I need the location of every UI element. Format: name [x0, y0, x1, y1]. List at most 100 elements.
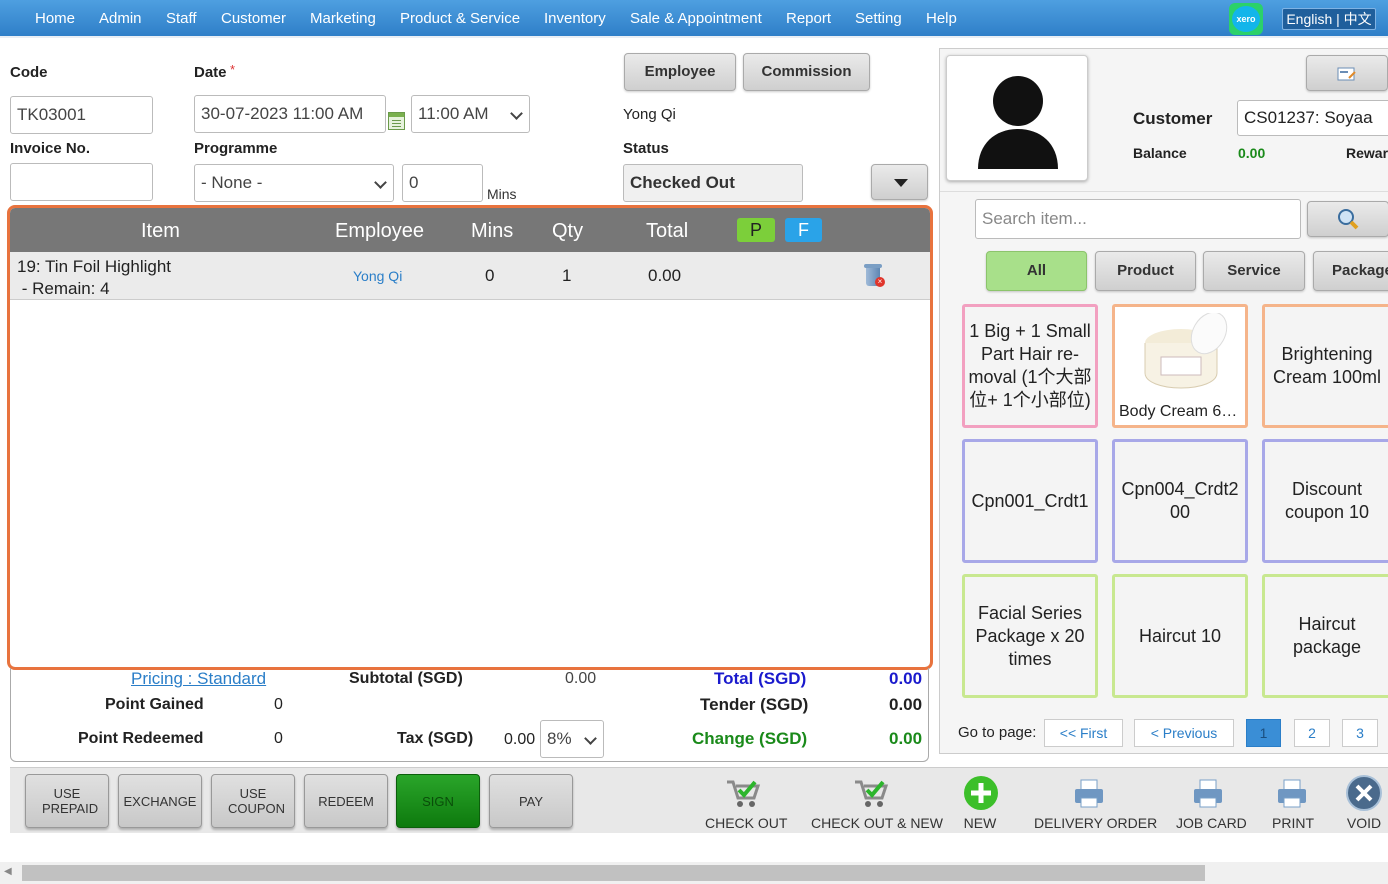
filter-service[interactable]: Service	[1203, 251, 1305, 291]
delivery-order-button[interactable]: DELIVERY ORDER	[1034, 774, 1158, 831]
reward-label: Rewar	[1346, 145, 1388, 161]
page-1-button[interactable]: 1	[1246, 719, 1281, 747]
first-page-button[interactable]: << First	[1044, 719, 1123, 747]
nav-product-service[interactable]: Product & Service	[400, 10, 520, 27]
tax-label: Tax (SGD)	[397, 730, 474, 747]
status-dropdown-button[interactable]	[871, 164, 928, 200]
horizontal-scrollbar[interactable]: ◀	[0, 862, 1388, 884]
nav-home[interactable]: Home	[35, 10, 75, 27]
nav-customer[interactable]: Customer	[221, 10, 286, 27]
check-out-new-button[interactable]: CHECK OUT & NEW	[811, 774, 943, 831]
row-item-name: 19: Tin Foil Highlight	[17, 257, 172, 276]
subtotal-label: Subtotal (SGD)	[349, 670, 463, 687]
item-tile-name: Body Cream 6…	[1119, 403, 1238, 420]
scrollbar-thumb[interactable]	[22, 865, 1205, 881]
row-qty: 1	[562, 266, 572, 285]
item-tile[interactable]: Cpn001_Crdt1	[962, 439, 1098, 563]
cart-check-icon	[727, 780, 761, 807]
exchange-button[interactable]: EXCHANGE	[118, 774, 202, 828]
table-header: Item Employee Mins Qty Total P F	[10, 208, 930, 252]
print-label: PRINT	[1272, 815, 1314, 831]
previous-page-button[interactable]: < Previous	[1134, 719, 1234, 747]
pricing-link[interactable]: Pricing : Standard	[131, 669, 266, 689]
search-input[interactable]: Search item...	[975, 199, 1301, 239]
customer-label: Customer	[1133, 109, 1213, 128]
item-tile-name: Cpn004_Crdt200	[1121, 479, 1239, 522]
programme-select[interactable]: - None -	[194, 164, 394, 202]
sign-button[interactable]: SIGN	[396, 774, 480, 828]
employee-button[interactable]: Employee	[624, 53, 736, 91]
job-card-printer-icon	[1194, 779, 1222, 808]
item-tile[interactable]: Brightening Cream 100ml	[1262, 304, 1388, 428]
row-employee-link[interactable]: Yong Qi	[353, 268, 402, 284]
nav-staff[interactable]: Staff	[166, 10, 197, 27]
item-tile[interactable]: 1 Big + 1 Small Part Hair re-moval (1个大部…	[962, 304, 1098, 428]
item-tile[interactable]: Haircut 10	[1112, 574, 1248, 698]
item-tile-name: 1 Big + 1 Small Part Hair re-moval (1个大部…	[968, 321, 1092, 410]
search-button[interactable]	[1307, 201, 1388, 237]
delete-icon[interactable]: ×	[864, 264, 885, 287]
f-badge[interactable]: F	[785, 218, 822, 242]
customer-card-button[interactable]	[1306, 55, 1388, 91]
pay-button[interactable]: PAY	[489, 774, 573, 828]
item-tile-name: Brightening Cream 100ml	[1272, 344, 1382, 387]
use-prepaid-button[interactable]: USE PREPAID	[25, 774, 109, 828]
delivery-order-label: DELIVERY ORDER	[1034, 815, 1158, 831]
code-input[interactable]: TK03001	[10, 96, 153, 134]
check-out-button[interactable]: CHECK OUT	[705, 774, 787, 831]
table-row[interactable]: 19: Tin Foil Highlight - Remain: 4 Yong …	[10, 252, 930, 300]
job-card-button[interactable]: JOB CARD	[1176, 774, 1247, 831]
point-gained-value: 0	[274, 696, 283, 713]
date-input[interactable]: 30-07-2023 11:00 AM	[194, 95, 386, 133]
use-coupon-button[interactable]: USE COUPON	[211, 774, 295, 828]
page-3-button[interactable]: 3	[1342, 719, 1378, 747]
time-select[interactable]: 11:00 AM	[411, 95, 530, 133]
redeem-button[interactable]: REDEEM	[304, 774, 388, 828]
mins-label: Mins	[487, 186, 517, 202]
commission-button[interactable]: Commission	[743, 53, 870, 91]
redeem-label: REDEEM	[318, 793, 374, 809]
change-value: 0.00	[889, 729, 923, 748]
code-label: Code	[10, 64, 48, 81]
nav-admin[interactable]: Admin	[99, 10, 142, 27]
customer-avatar[interactable]	[946, 55, 1088, 181]
print-button[interactable]: PRINT	[1272, 774, 1314, 831]
sign-label: SIGN	[422, 793, 454, 809]
customer-input[interactable]: CS01237: Soyaa	[1237, 100, 1388, 136]
nav-setting[interactable]: Setting	[855, 10, 902, 27]
mins-input[interactable]: 0	[402, 164, 483, 202]
card-edit-icon	[1337, 67, 1356, 81]
status-label: Status	[623, 140, 669, 157]
col-item: Item	[141, 220, 180, 242]
status-field[interactable]: Checked Out	[623, 164, 803, 202]
nav-report[interactable]: Report	[786, 10, 831, 27]
item-tile[interactable]: Discount coupon 10	[1262, 439, 1388, 563]
new-button[interactable]: NEW	[962, 774, 998, 831]
nav-inventory[interactable]: Inventory	[544, 10, 606, 27]
item-tile[interactable]: Haircut package	[1262, 574, 1388, 698]
nav-sale-appointment[interactable]: Sale & Appointment	[630, 10, 762, 27]
printer-icon	[1075, 779, 1103, 808]
filter-all[interactable]: All	[986, 251, 1087, 291]
item-tile-body-cream[interactable]: Body Cream 6…	[1112, 304, 1248, 428]
user-silhouette-icon	[978, 76, 1058, 169]
item-tile[interactable]: Facial Series Package x 20 times	[962, 574, 1098, 698]
invoice-input[interactable]	[10, 163, 153, 201]
filter-product[interactable]: Product	[1095, 251, 1196, 291]
p-badge[interactable]: P	[737, 218, 775, 242]
calendar-icon[interactable]	[388, 112, 405, 130]
filter-package[interactable]: Package	[1313, 251, 1388, 291]
language-switch[interactable]: English | 中文	[1282, 8, 1376, 30]
nav-marketing[interactable]: Marketing	[310, 10, 376, 27]
page-2-button[interactable]: 2	[1294, 719, 1330, 747]
xero-icon[interactable]: xero	[1229, 3, 1263, 35]
tax-rate-select[interactable]: 8%	[540, 720, 604, 758]
nav-help[interactable]: Help	[926, 10, 957, 27]
row-item-remain: - Remain: 4	[17, 279, 110, 298]
top-nav: Home Admin Staff Customer Marketing Prod…	[0, 0, 1388, 38]
void-button[interactable]: VOID	[1344, 774, 1384, 831]
tax-value: 0.00	[504, 731, 536, 748]
item-tile[interactable]: Cpn004_Crdt200	[1112, 439, 1248, 563]
date-label: Date	[194, 64, 227, 81]
scroll-left-arrow-icon[interactable]: ◀	[4, 866, 12, 877]
